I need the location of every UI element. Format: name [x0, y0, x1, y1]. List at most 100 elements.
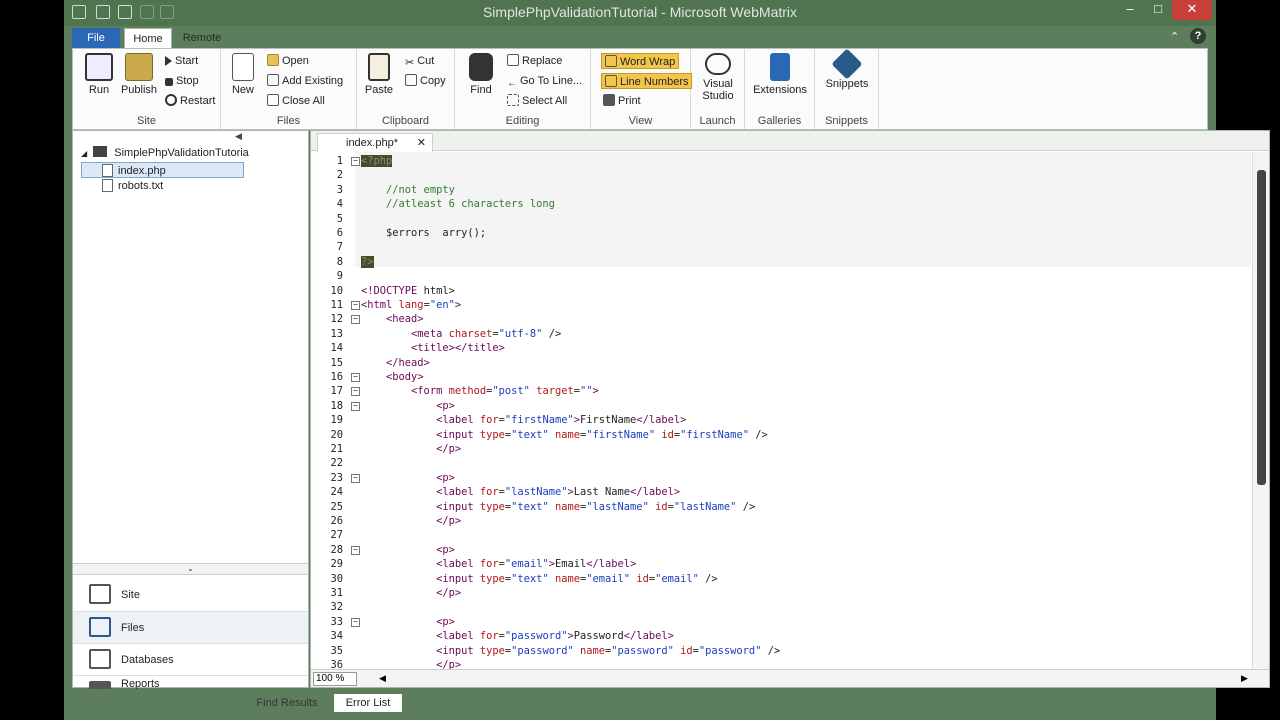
- tree-file-robots[interactable]: robots.txt: [81, 178, 163, 194]
- code-line[interactable]: 8 ?>: [311, 255, 1251, 269]
- close-button[interactable]: ✕: [1172, 0, 1212, 20]
- word-wrap-toggle[interactable]: Word Wrap: [601, 53, 680, 69]
- workspace-files[interactable]: Files: [73, 611, 308, 643]
- code-line[interactable]: 9: [311, 269, 1251, 283]
- code-line[interactable]: 14 <title></title>: [311, 341, 1251, 355]
- add-existing-button[interactable]: Add Existing: [267, 73, 343, 89]
- paste-button[interactable]: Paste: [359, 53, 399, 96]
- copy-button[interactable]: Copy: [405, 73, 446, 89]
- code-line[interactable]: 13 <meta charset="utf-8" />: [311, 327, 1251, 341]
- code-line[interactable]: 5: [311, 212, 1251, 226]
- code-line[interactable]: 25 <input type="text" name="lastName" id…: [311, 500, 1251, 514]
- stop-button[interactable]: Stop: [165, 73, 199, 89]
- minimize-button[interactable]: –: [1116, 0, 1144, 20]
- workspace-databases[interactable]: Databases: [73, 643, 308, 675]
- scroll-right-icon[interactable]: ▶: [1241, 673, 1248, 684]
- workspace-reports[interactable]: Reports: [73, 675, 308, 689]
- tab-file[interactable]: File: [72, 28, 120, 48]
- code-line[interactable]: 32: [311, 600, 1251, 614]
- visual-studio-button[interactable]: Visual Studio: [696, 53, 740, 102]
- tab-home[interactable]: Home: [124, 28, 172, 48]
- code-line[interactable]: 6 $errors arry();: [311, 226, 1251, 240]
- code-line[interactable]: 26 </p>: [311, 514, 1251, 528]
- go-to-line-button[interactable]: ← Go To Line...: [507, 73, 582, 89]
- code-line[interactable]: 4 //atleast 6 characters long: [311, 197, 1251, 211]
- stop-icon: [165, 78, 173, 86]
- print-label: Print: [618, 95, 641, 107]
- code-line[interactable]: 24 <label for="lastName">Last Name</labe…: [311, 485, 1251, 499]
- scroll-left-icon[interactable]: ◀: [379, 673, 386, 684]
- cut-button[interactable]: ✂ Cut: [405, 53, 434, 69]
- maximize-button[interactable]: □: [1144, 0, 1172, 20]
- printer-icon: [603, 94, 615, 106]
- close-all-button[interactable]: Close All: [267, 93, 325, 109]
- code-line[interactable]: 27: [311, 528, 1251, 542]
- fold-toggle-icon[interactable]: −: [351, 473, 360, 483]
- code-line[interactable]: 11− <html lang="en">: [311, 298, 1251, 312]
- code-line[interactable]: 12− <head>: [311, 312, 1251, 326]
- replace-button[interactable]: Replace: [507, 53, 562, 69]
- select-all-button[interactable]: Select All: [507, 93, 567, 109]
- workspace-site[interactable]: Site: [73, 579, 308, 611]
- code-line[interactable]: 19 <label for="firstName">FirstName</lab…: [311, 413, 1251, 427]
- fold-toggle-icon[interactable]: −: [351, 387, 360, 397]
- code-area[interactable]: 1− <?php 2 3 //not empty 4 //atleast 6 chara…: [311, 152, 1251, 670]
- collapse-pane-icon[interactable]: ◀: [235, 131, 242, 142]
- pane-splitter[interactable]: ⌄: [73, 563, 308, 575]
- tree-file-index[interactable]: index.php: [81, 162, 244, 178]
- print-button[interactable]: Print: [603, 93, 641, 109]
- code-text: <p>: [436, 471, 455, 484]
- code-line[interactable]: 16− <body>: [311, 370, 1251, 384]
- open-button[interactable]: Open: [267, 53, 309, 69]
- tab-remote[interactable]: Remote: [176, 28, 228, 48]
- zoom-select[interactable]: 100 %: [313, 672, 357, 686]
- code-line[interactable]: 3 //not empty: [311, 183, 1251, 197]
- fold-toggle-icon[interactable]: −: [351, 157, 360, 166]
- code-line[interactable]: 10 <!DOCTYPE html>: [311, 284, 1251, 298]
- restart-button[interactable]: Restart: [165, 93, 215, 109]
- code-line[interactable]: 34 <label for="password">Password</label…: [311, 629, 1251, 643]
- tab-find-results[interactable]: Find Results: [246, 694, 328, 712]
- code-line[interactable]: 31 </p>: [311, 586, 1251, 600]
- code-line[interactable]: 23− <p>: [311, 471, 1251, 485]
- line-number: 17: [330, 385, 343, 398]
- help-icon[interactable]: ?: [1190, 28, 1206, 44]
- code-line[interactable]: 35 <input type="password" name="password…: [311, 644, 1251, 658]
- fold-toggle-icon[interactable]: −: [351, 301, 360, 310]
- collapse-ribbon-icon[interactable]: ⌃: [1170, 30, 1179, 43]
- extensions-button[interactable]: Extensions: [747, 53, 813, 96]
- find-button[interactable]: Find: [461, 53, 501, 96]
- new-button[interactable]: New: [223, 53, 263, 96]
- publish-button[interactable]: Publish: [117, 53, 161, 96]
- line-numbers-toggle[interactable]: Line Numbers: [601, 73, 693, 89]
- code-line[interactable]: 21 </p>: [311, 442, 1251, 456]
- run-button[interactable]: Run: [77, 53, 121, 96]
- vertical-scrollbar[interactable]: [1252, 152, 1269, 670]
- doc-tab-index[interactable]: index.php* ✕: [317, 133, 433, 152]
- code-line[interactable]: 33− <p>: [311, 615, 1251, 629]
- code-line[interactable]: 1− <?php: [311, 154, 1251, 168]
- expand-arrow-icon[interactable]: ◢: [81, 149, 87, 158]
- code-line[interactable]: 2: [311, 168, 1251, 182]
- code-line[interactable]: 28− <p>: [311, 543, 1251, 557]
- code-line[interactable]: 17− <form method="post" target="">: [311, 384, 1251, 398]
- scroll-thumb[interactable]: [1257, 170, 1266, 485]
- tab-error-list[interactable]: Error List: [334, 694, 402, 712]
- fold-toggle-icon[interactable]: −: [351, 617, 360, 627]
- fold-toggle-icon[interactable]: −: [351, 315, 360, 325]
- start-button[interactable]: Start: [165, 53, 198, 69]
- code-line[interactable]: 15 </head>: [311, 356, 1251, 370]
- code-line[interactable]: 20 <input type="text" name="firstName" i…: [311, 428, 1251, 442]
- code-line[interactable]: 18− <p>: [311, 399, 1251, 413]
- fold-toggle-icon[interactable]: −: [351, 401, 360, 411]
- code-line[interactable]: 29 <label for="email">Email</label>: [311, 557, 1251, 571]
- close-tab-icon[interactable]: ✕: [417, 134, 426, 152]
- code-line[interactable]: 7: [311, 240, 1251, 254]
- code-line[interactable]: 30 <input type="text" name="email" id="e…: [311, 572, 1251, 586]
- fold-toggle-icon[interactable]: −: [351, 545, 360, 555]
- code-text: </head>: [386, 356, 430, 369]
- code-line[interactable]: 22: [311, 456, 1251, 470]
- tree-project[interactable]: ◢ SimplePhpValidationTutoria: [81, 145, 249, 161]
- snippets-button[interactable]: Snippets: [819, 48, 875, 90]
- fold-toggle-icon[interactable]: −: [351, 373, 360, 382]
